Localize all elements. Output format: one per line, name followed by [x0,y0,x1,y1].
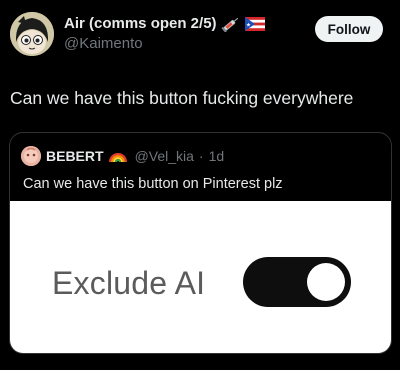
puerto-rico-flag-icon [244,16,265,31]
author-display-name[interactable]: Air (comms open 2/5) [64,15,217,32]
quoted-post-header: BEBERT @Vel_kia · 1d [21,146,224,166]
quoted-post-image[interactable]: Exclude AI [10,201,391,353]
quoted-post-text: Can we have this button on Pinterest plz [23,176,283,192]
toggle-knob [307,263,345,301]
pink-avatar-image [21,146,41,166]
quoted-author-name[interactable]: BEBERT [46,148,104,164]
follow-button[interactable]: Follow [315,16,383,42]
post-text: Can we have this button fucking everywhe… [10,88,354,108]
rainbow-emoji-icon [108,153,127,163]
meta-separator: · [198,148,204,164]
quoted-post-card[interactable]: BEBERT @Vel_kia · 1d Can we have this bu… [9,132,392,354]
author-avatar[interactable] [10,12,54,56]
author-handle[interactable]: @Kaimento [64,35,143,52]
quoted-author-handle[interactable]: @Vel_kia [135,148,194,164]
syringe-emoji-icon [220,17,238,32]
exclude-ai-toggle [243,257,351,307]
quoted-timestamp[interactable]: 1d [209,148,225,164]
exclude-ai-label: Exclude AI [52,265,206,301]
quoted-author-avatar[interactable] [21,146,41,166]
cartoon-avatar-image [10,12,54,56]
author-name-row[interactable]: Air (comms open 2/5) [64,15,265,32]
